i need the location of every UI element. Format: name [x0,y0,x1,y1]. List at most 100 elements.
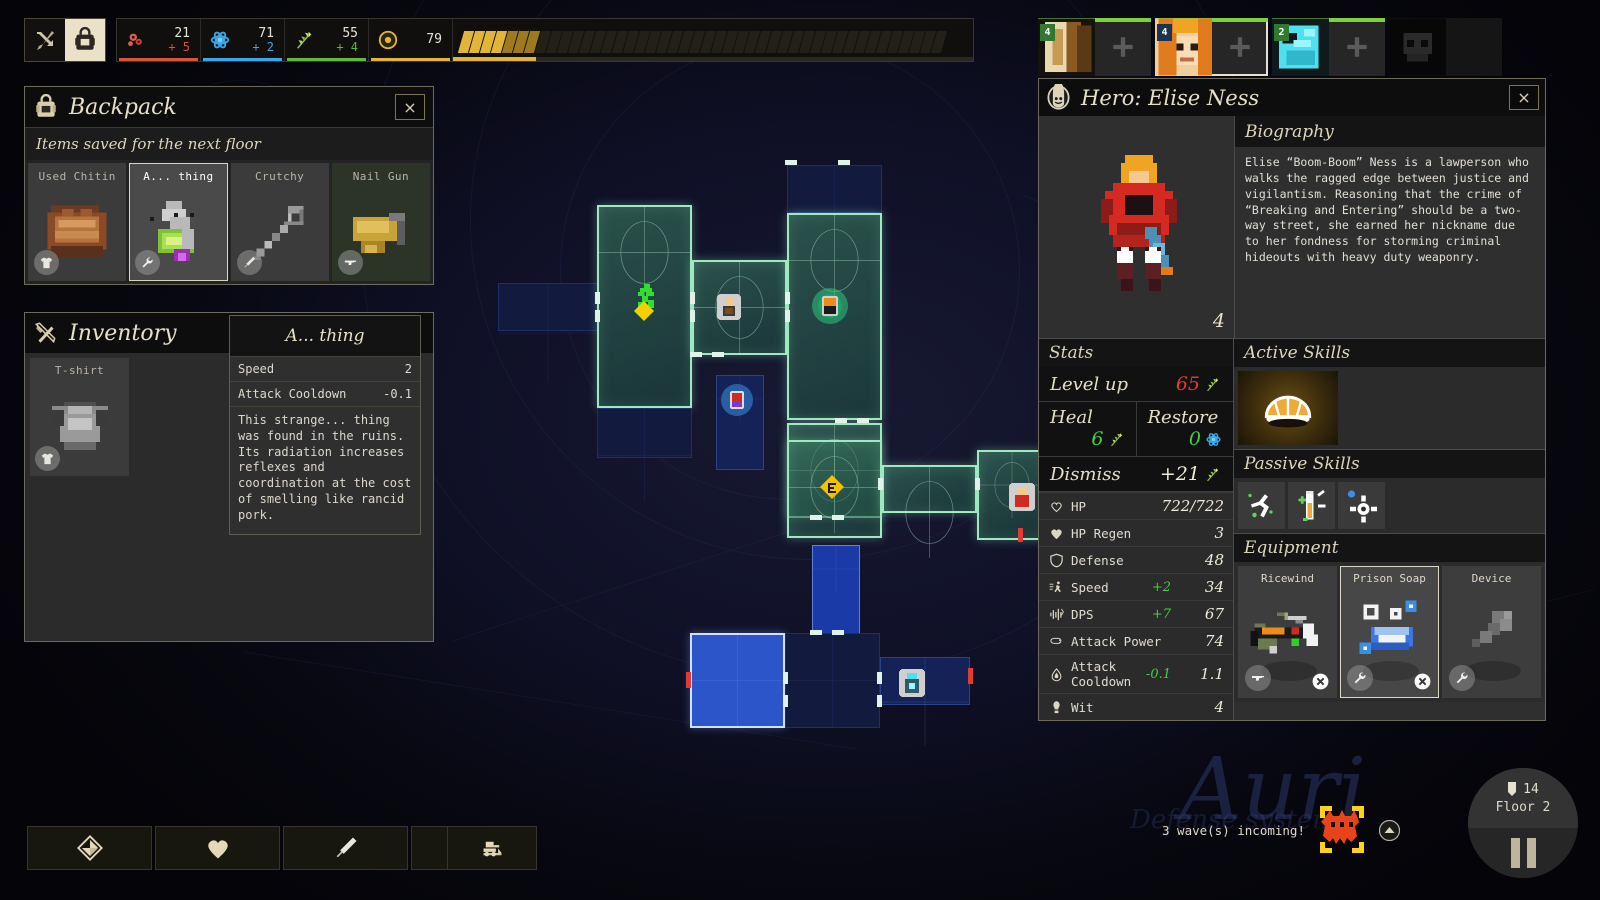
skills-column: Active Skills Passive Skills Equipment R… [1234,338,1545,720]
gun-icon [1252,676,1264,681]
stat-value: 4 [1214,698,1224,716]
map-room[interactable] [597,408,692,502]
shirt-icon [34,250,59,275]
equipment-slot[interactable]: Prison Soap [1340,566,1439,698]
potion-icon [1298,489,1325,521]
potion-skill[interactable] [1288,482,1335,529]
stat-value: 3 [1214,524,1224,542]
map-door [783,695,788,707]
tooltip-title: A... thing [230,316,420,356]
shirt-icon [40,257,53,269]
backpack-slot[interactable]: Used Chitin [28,163,127,281]
remove-equipment-button[interactable] [1311,672,1330,691]
resource-values: 71 + 2 [239,27,274,53]
tooltip-stat-label: Attack Cooldown [238,387,347,401]
equipment-label: Ricewind [1261,572,1314,585]
action-label: Level up [1050,373,1129,395]
action-label: Heal [1050,407,1093,428]
map-door [968,668,973,684]
dash-icon [1247,493,1273,517]
backpack-slot[interactable]: Crutchy [230,163,329,281]
tools-button[interactable] [25,19,65,61]
map-door [857,418,869,423]
map-unit-hero-grey[interactable] [717,294,741,320]
gear-skill[interactable] [1338,482,1385,529]
dash-skill[interactable] [1238,482,1285,529]
backpack-slot[interactable]: Nail Gun [331,163,430,281]
map-unit-hero-red[interactable] [1009,483,1035,511]
restore-action[interactable]: Restore 0 [1136,402,1233,456]
diamond-icon [76,835,103,861]
level-up-action[interactable]: Level up 65 [1039,367,1233,402]
map-room[interactable] [690,633,785,728]
wave-icon-group[interactable] [1312,802,1372,858]
stat-value: 1.1 [1200,665,1224,683]
equipment-slot[interactable]: Ricewind [1238,566,1337,698]
map-room[interactable] [787,165,882,259]
stat-row: Defense 48 [1039,546,1233,573]
chevron-up-icon[interactable] [1378,819,1401,841]
game-screen: Auri Defense system 21 + 5 71 + 2 55 + 4… [0,0,1600,900]
coin-icon [377,29,399,51]
floor-widget: 14 Floor 2 [1468,768,1578,878]
roster-card-2[interactable]: 4 [1155,18,1268,76]
plus-icon [1113,37,1133,57]
resource-values: 79 [407,33,442,47]
roster-add-slot[interactable] [1329,18,1385,76]
map-door [877,672,882,684]
roster-add-slot[interactable] [1212,18,1268,76]
wrench-icon [1456,672,1468,684]
dome-shield-skill[interactable] [1238,371,1338,445]
map-room[interactable] [498,283,598,382]
map-unit-hero-orange-glow[interactable] [810,286,850,330]
backpack-slot-label: A... thing [143,170,214,183]
heart-outline-icon [1051,501,1062,512]
tooltip-description: This strange... thing was found in the r… [230,406,420,534]
map-door [690,352,702,357]
weapons-button[interactable] [283,826,408,870]
close-x-icon [1414,673,1431,690]
map-unit-key-yellow[interactable] [820,475,844,503]
upgrades-button[interactable] [27,826,152,870]
stat-value: 74 [1204,632,1224,650]
stats-column: Stats Level up 65 Heal 6 Restore 0 Dismi… [1039,338,1234,720]
heal-button[interactable] [155,826,280,870]
plus-icon [1230,37,1250,57]
backpack-slot[interactable]: A... thing [129,163,228,281]
inventory-slot[interactable]: T-shirt [30,358,129,476]
stat-row: HP 722/722 [1039,492,1233,519]
tooltip-stat-row: Attack Cooldown -0.1 [230,381,420,406]
map-room[interactable] [882,465,977,558]
roster-card-4[interactable] [1389,18,1502,76]
heal-action[interactable]: Heal 6 [1039,402,1137,456]
top-toolbar: 21 + 5 71 + 2 55 + 4 79 [24,18,974,62]
action-label: Restore [1147,407,1219,428]
stat-value: 48 [1204,551,1224,569]
backpack-button[interactable] [65,19,105,61]
roster-card-3[interactable]: 2 [1272,18,1385,76]
hero-close-button[interactable]: × [1509,85,1539,110]
map-room[interactable] [812,545,860,640]
elise-sprite [1100,155,1177,291]
equipment-art [1443,591,1540,671]
shield-icon [1050,553,1063,567]
resource-bar: 21 + 5 71 + 2 55 + 4 79 [116,18,974,62]
equipment-slot[interactable]: Device [1442,566,1541,698]
backpack-close-button[interactable]: × [395,94,425,120]
dismiss-action[interactable]: Dismiss +21 [1039,457,1233,492]
map-unit-diamond-yellow[interactable] [634,301,654,325]
map-room[interactable] [880,657,970,746]
stats-header: Stats [1039,338,1233,367]
equipment-list: Ricewind Prison Soap Device [1234,562,1545,702]
gun-icon [337,250,363,275]
atom-icon [209,29,231,51]
remove-equipment-button[interactable] [1413,672,1432,691]
map-room[interactable] [785,633,880,728]
roster-add-slot[interactable] [1095,18,1151,76]
map-unit-hero-cyan[interactable] [899,669,925,697]
roster-portrait: 4 [1155,18,1212,76]
build-button[interactable] [447,826,537,870]
roster-card-1[interactable]: 4 [1038,18,1151,76]
equipment-label: Device [1471,572,1512,585]
map-unit-hero-blue-glow[interactable] [720,383,754,421]
